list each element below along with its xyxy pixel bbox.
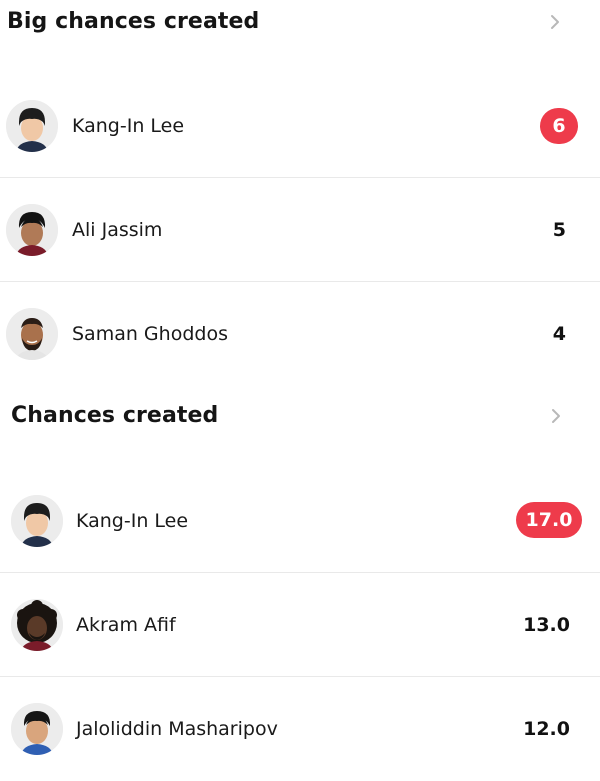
player-row[interactable]: Akram Afif 13.0 bbox=[0, 573, 600, 677]
player-row[interactable]: Kang-In Lee 6 bbox=[0, 74, 600, 178]
player-row[interactable]: Ali Jassim 5 bbox=[0, 178, 600, 282]
player-row[interactable]: Saman Ghoddos 4 bbox=[0, 282, 600, 386]
player-name: Jaloliddin Masharipov bbox=[76, 718, 278, 740]
stat-value: 5 bbox=[552, 219, 566, 241]
player-name: Kang-In Lee bbox=[72, 115, 185, 137]
section-title: Big chances created bbox=[7, 9, 260, 34]
stat-value: 12.0 bbox=[523, 718, 570, 740]
player-avatar bbox=[11, 599, 63, 651]
player-name: Ali Jassim bbox=[72, 219, 163, 241]
player-avatar bbox=[11, 495, 63, 547]
player-row[interactable]: Jaloliddin Masharipov 12.0 bbox=[0, 677, 600, 781]
player-avatar bbox=[11, 703, 63, 755]
chevron-right-icon[interactable] bbox=[546, 406, 566, 426]
player-name: Saman Ghoddos bbox=[72, 323, 228, 345]
stat-value: 13.0 bbox=[523, 614, 570, 636]
player-avatar bbox=[6, 204, 58, 256]
stat-value-highlight: 6 bbox=[540, 108, 578, 144]
player-row[interactable]: Kang-In Lee 17.0 bbox=[0, 469, 600, 573]
player-avatar bbox=[6, 308, 58, 360]
section-header-big-chances[interactable]: Big chances created bbox=[0, 0, 600, 44]
player-name: Kang-In Lee bbox=[76, 510, 189, 532]
section-header-chances-created[interactable]: Chances created bbox=[0, 394, 600, 438]
stat-value: 4 bbox=[552, 323, 566, 345]
section-title: Chances created bbox=[11, 403, 219, 428]
player-avatar bbox=[6, 100, 58, 152]
chevron-right-icon[interactable] bbox=[545, 12, 565, 32]
player-name: Akram Afif bbox=[76, 614, 176, 636]
stat-value-highlight: 17.0 bbox=[516, 502, 582, 538]
